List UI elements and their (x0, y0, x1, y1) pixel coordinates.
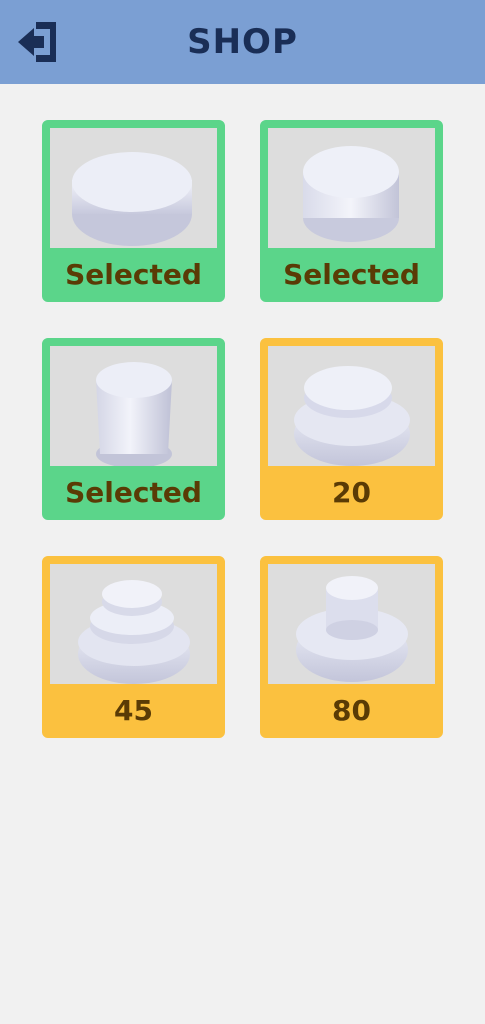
item-label: Selected (283, 258, 420, 291)
knob-on-disc-icon (296, 576, 408, 682)
item-price: 80 (332, 694, 371, 727)
item-price: 45 (114, 694, 153, 727)
item-preview (50, 564, 217, 684)
three-tier-stack-icon (78, 580, 190, 684)
shop-item-3[interactable]: Selected (42, 338, 225, 520)
round-disc-icon (72, 152, 192, 246)
item-price: 20 (332, 476, 371, 509)
item-preview (268, 346, 435, 466)
two-tier-disc-icon (294, 366, 410, 466)
shop-item-1[interactable]: Selected (42, 120, 225, 302)
shop-item-4[interactable]: 20 (260, 338, 443, 520)
item-label: Selected (65, 258, 202, 291)
shop-item-6[interactable]: 80 (260, 556, 443, 738)
item-preview (268, 128, 435, 248)
tall-disc-icon (303, 146, 399, 242)
shop-grid: Selected Selected Selected 20 45 80 (0, 0, 485, 1024)
item-preview (268, 564, 435, 684)
item-preview (50, 128, 217, 248)
shop-item-5[interactable]: 45 (42, 556, 225, 738)
shop-item-2[interactable]: Selected (260, 120, 443, 302)
item-preview (50, 346, 217, 466)
item-label: Selected (65, 476, 202, 509)
cylinder-icon (96, 362, 172, 466)
